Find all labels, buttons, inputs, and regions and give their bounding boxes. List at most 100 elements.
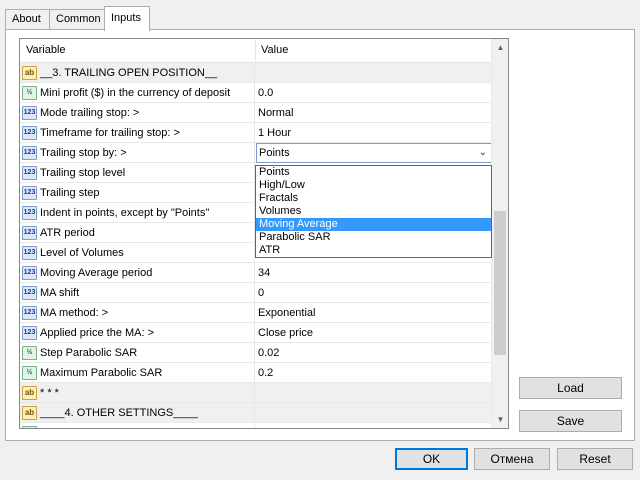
save-button[interactable]: Save bbox=[519, 410, 622, 432]
dropdown-option[interactable]: High/Low bbox=[256, 179, 491, 192]
combo-value: Points bbox=[259, 147, 290, 159]
table-row[interactable]: ab * * * bbox=[20, 383, 492, 403]
variable-cell[interactable]: ab ____4. OTHER SETTINGS____ bbox=[20, 403, 255, 423]
variable-cell[interactable]: 123 Trailing stop by: > bbox=[20, 143, 255, 163]
variable-label: Maximum Parabolic SAR bbox=[40, 367, 163, 379]
variable-cell[interactable]: ab __3. TRAILING OPEN POSITION__ bbox=[20, 63, 255, 83]
value-cell[interactable]: 1 Hour bbox=[256, 123, 492, 143]
chevron-down-icon[interactable]: ⌄ bbox=[479, 144, 487, 162]
scroll-up-icon[interactable]: ▲ bbox=[492, 39, 508, 56]
value-cell[interactable]: 0 bbox=[256, 283, 492, 303]
table-row[interactable]: ab ____4. OTHER SETTINGS____ bbox=[20, 403, 492, 423]
ok-button[interactable]: OK bbox=[395, 448, 468, 470]
variable-label: Applied price the MA: > bbox=[40, 327, 155, 339]
variable-label: Timeframe for trailing stop: > bbox=[40, 127, 180, 139]
value-cell[interactable]: 0.2 bbox=[256, 363, 492, 383]
variable-cell[interactable]: 123 Indent in points, except by "Points" bbox=[20, 203, 255, 223]
grid-header: Variable Value bbox=[20, 39, 492, 63]
variable-label: Trailing stop by: > bbox=[40, 147, 127, 159]
table-row[interactable]: ½ Maximum Parabolic SAR 0.2 bbox=[20, 363, 492, 383]
table-row[interactable]: 123 MA method: > Exponential bbox=[20, 303, 492, 323]
variable-label: ____4. OTHER SETTINGS____ bbox=[40, 407, 198, 419]
variable-label: Level of Volumes bbox=[40, 247, 124, 259]
variable-cell[interactable]: 123 Level of Volumes bbox=[20, 243, 255, 263]
variable-cell[interactable]: 123 ATR period bbox=[20, 223, 255, 243]
dropdown-option[interactable]: Fractals bbox=[256, 192, 491, 205]
column-header-variable[interactable]: Variable bbox=[26, 44, 66, 56]
reset-button[interactable]: Reset bbox=[557, 448, 633, 470]
variable-label: Trailing step bbox=[40, 187, 100, 199]
tab-common[interactable]: Common bbox=[49, 9, 105, 30]
value-cell[interactable]: 0.02 bbox=[256, 343, 492, 363]
dropdown-option[interactable]: Volumes bbox=[256, 205, 491, 218]
scroll-down-icon[interactable]: ▼ bbox=[492, 411, 508, 428]
trailing-stop-combo[interactable]: Points ⌄ bbox=[256, 143, 492, 163]
double-type-icon: ½ bbox=[22, 86, 37, 100]
variable-label: Step Parabolic SAR bbox=[40, 347, 138, 359]
tab-inputs[interactable]: Inputs bbox=[104, 6, 150, 31]
grid-scrollbar[interactable]: ▲ ▼ bbox=[491, 39, 508, 428]
variable-cell[interactable]: ab * * * bbox=[20, 383, 255, 403]
variable-label: Mode trailing stop: > bbox=[40, 107, 140, 119]
variable-cell[interactable]: 123 Mode trailing stop: > bbox=[20, 103, 255, 123]
variable-cell[interactable]: 123 Trailing step bbox=[20, 183, 255, 203]
column-header-value[interactable]: Value bbox=[261, 44, 288, 56]
variable-cell[interactable]: 123 Moving Average period bbox=[20, 263, 255, 283]
variable-cell[interactable]: ½ Step Parabolic SAR bbox=[20, 343, 255, 363]
string-type-icon: ab bbox=[22, 406, 37, 420]
value-cell[interactable]: Close price bbox=[256, 323, 492, 343]
integer-type-icon: 123 bbox=[22, 126, 37, 140]
double-type-icon: ½ bbox=[22, 346, 37, 360]
value-cell[interactable]: true bbox=[256, 423, 492, 428]
cancel-button[interactable]: Отмена bbox=[474, 448, 550, 470]
column-divider[interactable] bbox=[255, 39, 256, 63]
integer-type-icon: 123 bbox=[22, 266, 37, 280]
table-row[interactable]: ½Alert modified stop losstrue bbox=[20, 423, 492, 428]
integer-type-icon: 123 bbox=[22, 206, 37, 220]
tab-about[interactable]: About bbox=[5, 9, 50, 30]
trailing-stop-dropdown-list[interactable]: Points High/Low Fractals Volumes Moving Aver… bbox=[255, 165, 492, 258]
table-row[interactable]: ab __3. TRAILING OPEN POSITION__ bbox=[20, 63, 492, 83]
integer-type-icon: 123 bbox=[22, 246, 37, 260]
integer-type-icon: 123 bbox=[22, 306, 37, 320]
variable-label: ATR period bbox=[40, 227, 95, 239]
scroll-thumb[interactable] bbox=[494, 211, 506, 355]
table-row[interactable]: ½ Step Parabolic SAR 0.02 bbox=[20, 343, 492, 363]
value-cell[interactable] bbox=[256, 403, 492, 423]
table-row[interactable]: 123 Mode trailing stop: > Normal bbox=[20, 103, 492, 123]
integer-type-icon: 123 bbox=[22, 106, 37, 120]
value-cell[interactable] bbox=[256, 383, 492, 403]
variable-cell[interactable]: 123 MA shift bbox=[20, 283, 255, 303]
variable-cell[interactable]: ½Alert modified stop loss bbox=[20, 423, 255, 428]
table-row[interactable]: 123 Moving Average period 34 bbox=[20, 263, 492, 283]
variable-cell[interactable]: 123 Timeframe for trailing stop: > bbox=[20, 123, 255, 143]
load-button[interactable]: Load bbox=[519, 377, 622, 399]
value-cell[interactable]: Exponential bbox=[256, 303, 492, 323]
variable-cell[interactable]: 123 Applied price the MA: > bbox=[20, 323, 255, 343]
dropdown-option[interactable]: Moving Average bbox=[256, 218, 491, 231]
value-cell[interactable]: 0.0 bbox=[256, 83, 492, 103]
string-type-icon: ab bbox=[22, 386, 37, 400]
variable-label: Mini profit ($) in the currency of depos… bbox=[40, 87, 231, 99]
table-row[interactable]: 123 Applied price the MA: > Close price bbox=[20, 323, 492, 343]
variable-cell[interactable]: ½ Mini profit ($) in the currency of depo… bbox=[20, 83, 255, 103]
dropdown-option[interactable]: ATR bbox=[256, 244, 491, 257]
dropdown-option[interactable]: Points bbox=[256, 166, 491, 179]
variable-label: __3. TRAILING OPEN POSITION__ bbox=[40, 67, 218, 79]
variable-cell[interactable]: 123 MA method: > bbox=[20, 303, 255, 323]
dropdown-option[interactable]: Parabolic SAR bbox=[256, 231, 491, 244]
variable-label: Trailing stop level bbox=[40, 167, 126, 179]
variable-label: * * * bbox=[40, 387, 59, 399]
table-row[interactable]: 123 Timeframe for trailing stop: >1 Hour bbox=[20, 123, 492, 143]
table-row[interactable]: ½ Mini profit ($) in the currency of depo… bbox=[20, 83, 492, 103]
table-row[interactable]: 123 MA shift 0 bbox=[20, 283, 492, 303]
value-cell[interactable]: 34 bbox=[256, 263, 492, 283]
table-row[interactable]: 123 Trailing stop by: > Points ⌄ bbox=[20, 143, 492, 163]
value-cell[interactable]: Normal bbox=[256, 103, 492, 123]
variable-cell[interactable]: ½ Maximum Parabolic SAR bbox=[20, 363, 255, 383]
variable-label: MA shift bbox=[40, 287, 80, 299]
variable-label: Alert modified stop loss bbox=[40, 423, 154, 428]
variable-cell[interactable]: 123 Trailing stop level bbox=[20, 163, 255, 183]
value-cell[interactable] bbox=[256, 63, 492, 83]
integer-type-icon: 123 bbox=[22, 166, 37, 180]
